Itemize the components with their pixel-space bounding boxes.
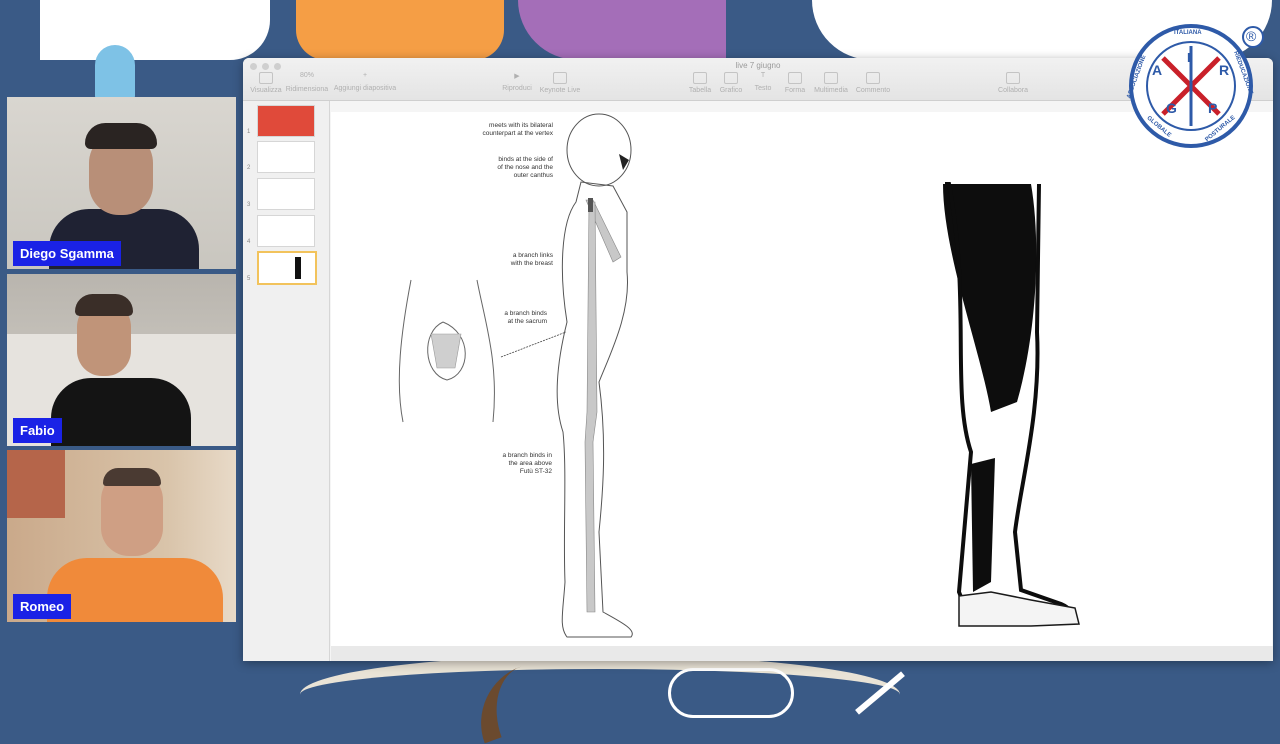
participant-name: Romeo xyxy=(13,594,72,619)
collaborate-icon xyxy=(1006,72,1020,84)
slide-thumbnail-5[interactable] xyxy=(257,251,317,285)
logo-letter-a: A xyxy=(1152,62,1163,78)
participant-tile-romeo[interactable]: Romeo xyxy=(7,450,236,622)
slide-number: 3 xyxy=(247,202,251,208)
collaborate-button[interactable]: Collabora xyxy=(993,72,1033,94)
participant-body xyxy=(51,378,191,446)
thumb-leg-figure xyxy=(295,257,301,279)
text-icon: T xyxy=(760,72,766,79)
bg-orange-shape xyxy=(296,0,504,60)
leg-figure xyxy=(943,182,1080,627)
participant-tile-fabio[interactable]: Fabio xyxy=(7,274,236,446)
play-button[interactable]: ▶ Riproduci xyxy=(500,72,534,92)
view-button[interactable]: Visualizza xyxy=(249,72,283,94)
airgp-logo: A I R G P ® ASSOCIAZIONE ITALIANA RIEDUC… xyxy=(1126,20,1266,148)
table-icon xyxy=(693,72,707,84)
text-button[interactable]: T Testo xyxy=(749,72,777,92)
shape-button[interactable]: Forma xyxy=(781,72,809,94)
pointer-line xyxy=(500,331,567,358)
slide-canvas[interactable]: meets with its bilateral counterpart at … xyxy=(331,112,1272,646)
logo-letter-r: R xyxy=(1219,62,1230,78)
slide-number: 4 xyxy=(247,239,251,245)
slide-number: 5 xyxy=(247,276,251,282)
participant-hair xyxy=(75,294,133,316)
participant-tile-diego[interactable]: Diego Sgamma xyxy=(7,97,236,269)
participant-body xyxy=(47,558,223,622)
sacrum-region xyxy=(430,333,462,369)
comment-icon xyxy=(866,72,880,84)
table-button[interactable]: Tabella xyxy=(686,72,714,94)
annotation-breast: a branch links with the breast xyxy=(510,252,553,267)
add-slide-icon: + xyxy=(362,72,368,79)
logo-ring-text-top: ITALIANA xyxy=(1174,30,1202,36)
slide-thumbnail-1[interactable] xyxy=(257,105,315,137)
chart-icon xyxy=(724,72,738,84)
slide-thumbnail-3[interactable] xyxy=(257,178,315,210)
chart-button[interactable]: Grafico xyxy=(717,72,745,94)
media-icon xyxy=(824,72,838,84)
slide-thumbnail-2[interactable] xyxy=(257,141,315,173)
annotation-vertex: meets with its bilateral counterpart at … xyxy=(482,122,553,137)
logo-letter-g: G xyxy=(1166,100,1177,116)
slide-number: 2 xyxy=(247,165,251,171)
annotation-futu: a branch binds in the area above Futù ST… xyxy=(502,452,552,475)
participant-hair xyxy=(103,468,161,486)
bg-white-shape xyxy=(40,0,270,60)
channel-accent xyxy=(588,198,593,212)
slide-number: 1 xyxy=(247,129,251,135)
play-icon: ▶ xyxy=(514,73,520,80)
bg-person-icon xyxy=(95,45,135,100)
canvas-footer xyxy=(331,646,1273,661)
document-title: live 7 giugno xyxy=(735,61,781,70)
annotation-sacrum: a branch binds at the sacrum xyxy=(504,310,547,325)
anatomy-illustration xyxy=(398,113,1080,638)
zoom-level: 80% xyxy=(299,72,314,79)
keynote-toolbar: live 7 giugno Visualizza 80% Ridimension… xyxy=(243,58,1273,101)
participant-name: Fabio xyxy=(13,418,62,443)
sidebar-icon xyxy=(259,72,273,84)
registered-mark: ® xyxy=(1246,28,1257,44)
annotation-nose: binds at the side of of the nose and the… xyxy=(497,156,553,179)
media-button[interactable]: Multimedia xyxy=(811,72,851,94)
keynote-live-icon xyxy=(553,72,567,84)
slide-thumbnail-4[interactable] xyxy=(257,215,315,247)
wall-painting xyxy=(7,450,65,518)
keynote-window: live 7 giugno Visualizza 80% Ridimension… xyxy=(243,58,1273,661)
bg-bottom-script xyxy=(668,668,794,718)
add-slide-button[interactable]: + Aggiungi diapositiva xyxy=(331,72,399,92)
logo-letter-i: I xyxy=(1187,50,1191,65)
keynote-live-button[interactable]: Keynote Live xyxy=(536,72,584,94)
participant-name: Diego Sgamma xyxy=(13,241,121,266)
zoom-button[interactable]: 80% Ridimensiona xyxy=(285,72,329,93)
shape-icon xyxy=(788,72,802,84)
logo-letter-p: P xyxy=(1208,100,1218,116)
meridian-channel xyxy=(584,199,622,613)
bg-purple-shape xyxy=(518,0,726,60)
participant-hair xyxy=(85,123,157,149)
slide-navigator: 1 2 3 4 5 xyxy=(243,101,330,661)
comment-button[interactable]: Commento xyxy=(853,72,893,94)
